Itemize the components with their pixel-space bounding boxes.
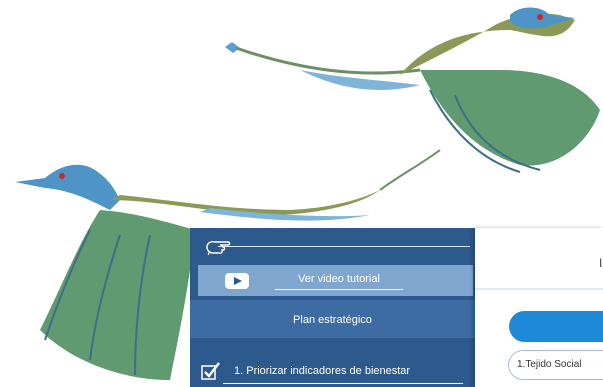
youtube-play-icon — [225, 273, 249, 289]
content-header-text: I — [599, 256, 603, 270]
strategic-plan-section: Plan estratégico — [190, 300, 475, 338]
content-header-divider — [475, 288, 603, 290]
content-panel: I 1.Tejido Social — [475, 228, 603, 387]
dimension-select[interactable]: 1.Tejido Social — [508, 350, 603, 380]
primary-action-button[interactable] — [509, 311, 603, 342]
upper-bird — [225, 7, 600, 173]
checkbox-checked-icon — [201, 362, 220, 380]
strategic-plan-sidebar: Ver video tutorial Plan estratégico 1. P… — [190, 228, 475, 387]
header-divider — [218, 246, 470, 247]
sidebar-item-priorizar-indicadores[interactable]: 1. Priorizar indicadores de bienestar — [190, 338, 475, 387]
hand-pointer-icon — [206, 241, 231, 256]
video-underline — [275, 289, 403, 290]
item-underline — [223, 383, 463, 384]
video-tutorial-button[interactable]: Ver video tutorial — [198, 265, 473, 296]
sidebar-item-label[interactable]: 1. Priorizar indicadores de bienestar — [234, 365, 410, 377]
sidebar-header — [190, 228, 475, 264]
video-tutorial-label[interactable]: Ver video tutorial — [298, 273, 380, 285]
dimension-select-value: 1.Tejido Social — [517, 359, 582, 370]
strategic-plan-label: Plan estratégico — [293, 314, 372, 326]
